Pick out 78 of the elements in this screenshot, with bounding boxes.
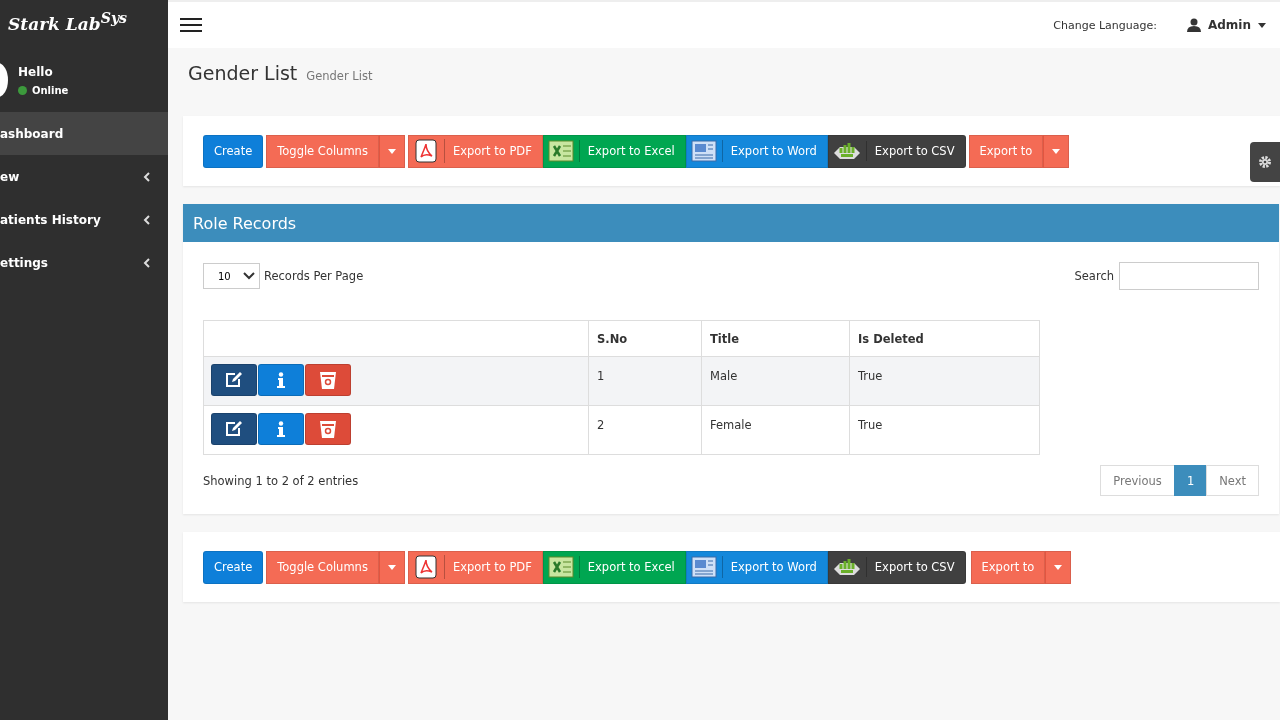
- page-size-label: Records Per Page: [264, 269, 364, 283]
- edit-icon: [224, 420, 244, 438]
- trash-bin-icon: [319, 370, 337, 390]
- settings-button[interactable]: [1250, 142, 1280, 182]
- toolbar-button[interactable]: Export to: [970, 550, 1046, 584]
- pdf-document-icon: [412, 555, 445, 579]
- pdf-document-icon: [412, 139, 445, 163]
- toolbar-button[interactable]: Export to PDF: [407, 134, 543, 168]
- spreadsheet-icon: [547, 556, 580, 578]
- page-size-select[interactable]: 10: [203, 263, 260, 289]
- toolbar-button[interactable]: Export to CSV: [827, 550, 966, 584]
- trash-bin-icon: [319, 419, 337, 439]
- pagination-button[interactable]: Next: [1206, 465, 1259, 496]
- column-header[interactable]: Title: [701, 320, 850, 357]
- table-cell: 2: [588, 405, 702, 455]
- chevron-down-icon: [243, 272, 255, 280]
- pagination-button[interactable]: Previous: [1100, 465, 1175, 496]
- user-icon: [1186, 18, 1201, 32]
- table-cell: True: [849, 405, 1040, 455]
- table-cell: Female: [701, 405, 850, 455]
- toolbar-button[interactable]: Toggle Columns: [266, 550, 379, 584]
- toolbar-button[interactable]: Export to Excel: [542, 550, 686, 584]
- tray-icon: [832, 141, 867, 161]
- delete-button[interactable]: [305, 364, 351, 396]
- change-language-label[interactable]: Change Language:: [1053, 18, 1157, 32]
- caret-icon: [1052, 148, 1061, 154]
- table-cell: 1: [588, 356, 702, 406]
- dropdown-toggle[interactable]: [1043, 134, 1070, 168]
- caret-icon: [387, 148, 396, 154]
- column-header[interactable]: S.No: [588, 320, 702, 357]
- toolbar-button[interactable]: Export to: [968, 134, 1044, 168]
- status-text: Online: [32, 84, 69, 96]
- sidebar-item[interactable]: ettings: [0, 241, 168, 284]
- settings-icon: [1258, 155, 1272, 169]
- info-button[interactable]: [258, 364, 304, 396]
- toolbar-button[interactable]: Export to CSV: [827, 134, 966, 168]
- info-icon: [277, 421, 285, 437]
- menu-icon[interactable]: [180, 18, 202, 32]
- search-label: Search: [1074, 269, 1114, 283]
- document-icon: [690, 556, 723, 578]
- status-dot: [18, 85, 27, 95]
- toolbar-button[interactable]: Toggle Columns: [266, 134, 379, 168]
- info-icon: [277, 372, 285, 388]
- edit-button[interactable]: [211, 413, 257, 445]
- table-cell: Male: [701, 356, 850, 406]
- tray-icon: [832, 557, 867, 577]
- search-field[interactable]: [1119, 262, 1259, 290]
- caret-icon: [1258, 22, 1266, 28]
- column-header[interactable]: Is Deleted: [849, 320, 1040, 357]
- table-cell: True: [849, 356, 1040, 406]
- toolbar-button[interactable]: Create: [203, 550, 264, 584]
- toolbar-button[interactable]: Export to PDF: [407, 550, 543, 584]
- pagination-button[interactable]: 1: [1173, 465, 1208, 496]
- spreadsheet-icon: [547, 140, 580, 162]
- page-title: Gender List: [188, 62, 298, 84]
- app-logo: Stark Lab$^{Sys}$: [7, 9, 129, 36]
- toolbar-button[interactable]: Export to Excel: [542, 134, 686, 168]
- edit-button[interactable]: [211, 364, 257, 396]
- document-icon: [690, 140, 723, 162]
- panel-title: Role Records: [183, 204, 1279, 242]
- info-button[interactable]: [258, 413, 304, 445]
- delete-button[interactable]: [305, 413, 351, 445]
- greeting: Hello: [18, 64, 54, 79]
- dropdown-toggle[interactable]: [378, 134, 405, 168]
- sidebar-item[interactable]: ew: [0, 155, 168, 198]
- toolbar-button[interactable]: Create: [203, 134, 264, 168]
- sidebar-item[interactable]: ashboard: [0, 112, 168, 155]
- page-subtitle: Gender List: [306, 69, 373, 83]
- edit-icon: [224, 371, 244, 389]
- dropdown-toggle[interactable]: [378, 550, 405, 584]
- dropdown-toggle[interactable]: [1045, 550, 1072, 584]
- user-menu[interactable]: Admin: [1186, 18, 1266, 32]
- toolbar-button[interactable]: Export to Word: [685, 134, 828, 168]
- caret-icon: [387, 564, 396, 570]
- entries-info: Showing 1 to 2 of 2 entries: [203, 473, 359, 488]
- caret-icon: [1054, 564, 1063, 570]
- toolbar-button[interactable]: Export to Word: [685, 550, 828, 584]
- sidebar-item[interactable]: atients History: [0, 198, 168, 241]
